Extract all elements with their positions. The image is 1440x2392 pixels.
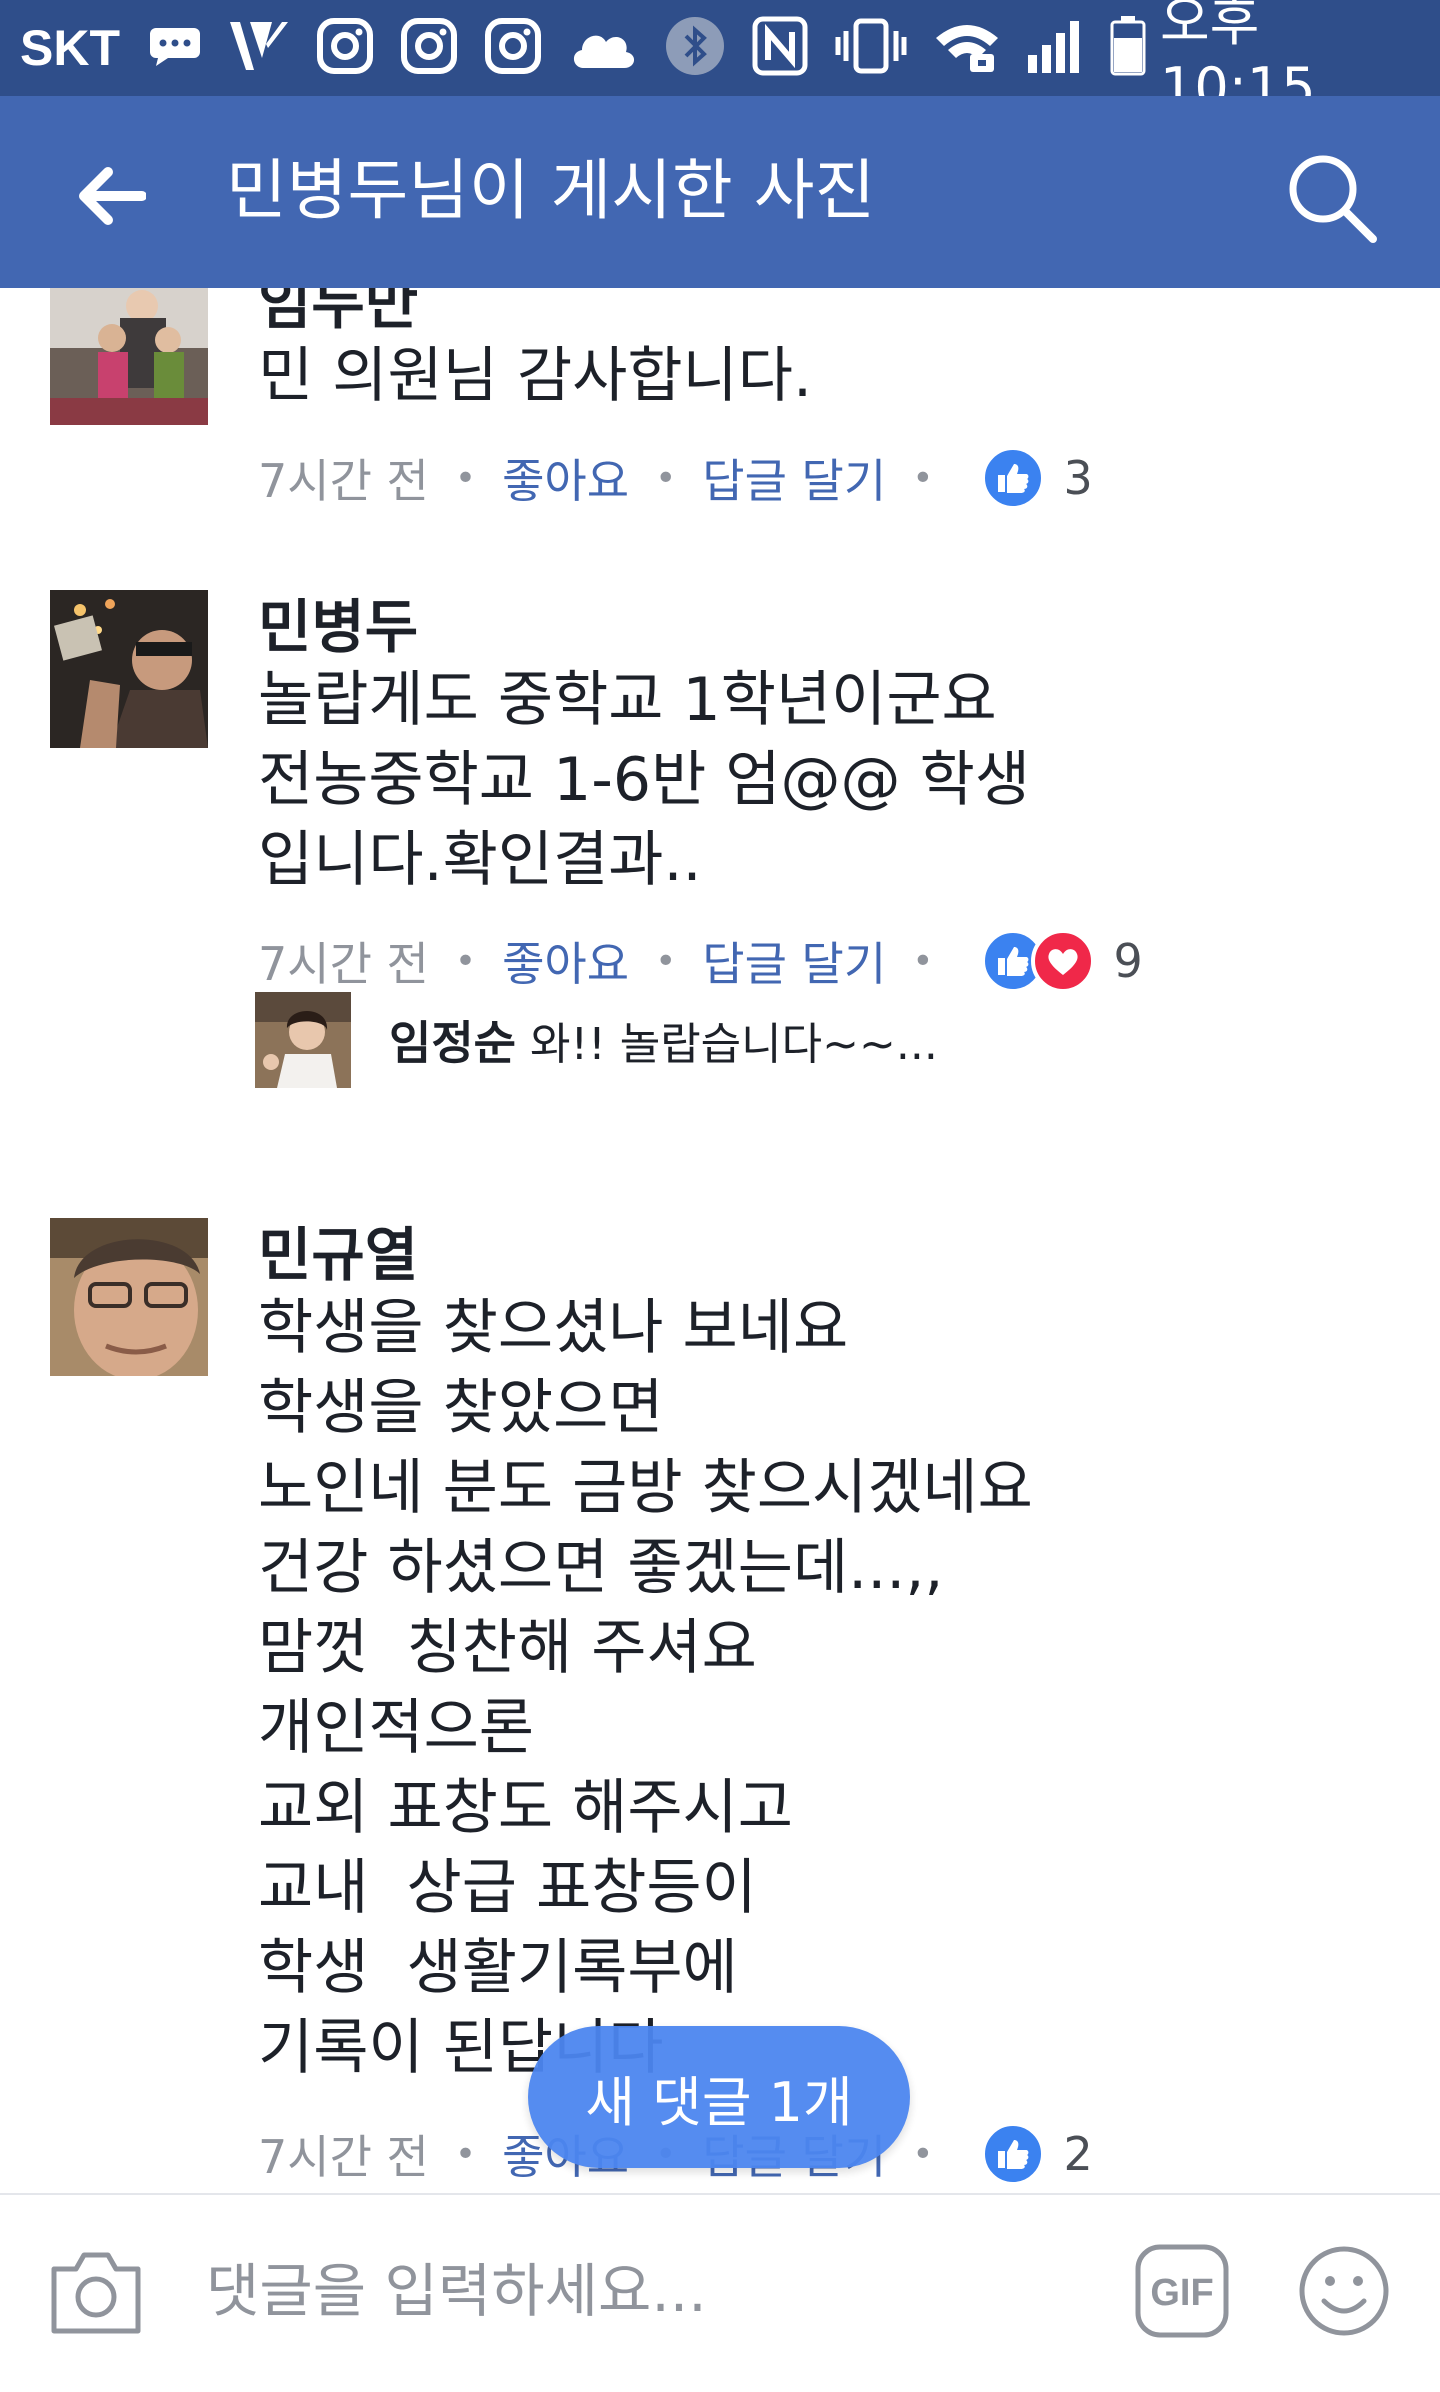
- comment-author[interactable]: 임두만: [258, 288, 418, 340]
- comment-line: 개인적으론: [258, 1693, 534, 1763]
- reply-button[interactable]: 답글 달기: [702, 445, 886, 511]
- reaction-count: 9: [1113, 934, 1143, 988]
- signal-icon: [1026, 19, 1084, 77]
- reactions-summary[interactable]: 9: [981, 929, 1143, 993]
- comment-meta: 7시간 전 • 좋아요 • 답글 달기 • 9: [258, 926, 1143, 996]
- separator-dot: •: [912, 457, 934, 499]
- reactions-summary[interactable]: 2: [981, 2122, 1093, 2186]
- like-button[interactable]: 좋아요: [502, 928, 629, 994]
- heart-icon: [1031, 929, 1096, 993]
- gif-label: GIF: [1150, 2272, 1213, 2314]
- comment-line: 입니다.확인결과..: [258, 825, 702, 895]
- emoji-icon: [1299, 2246, 1389, 2336]
- avatar[interactable]: [50, 590, 208, 748]
- nfc-icon: [752, 16, 808, 80]
- new-comments-button[interactable]: 새 댓글 1개: [528, 2026, 910, 2168]
- comment-line: 학생을 찾았으면: [258, 1373, 664, 1443]
- app-bar: 민병두님이 게시한 사진: [0, 96, 1440, 288]
- separator-dot: •: [655, 457, 677, 499]
- separator-dot: •: [912, 2133, 934, 2175]
- camera-button[interactable]: [48, 2247, 144, 2337]
- separator-dot: •: [912, 940, 934, 982]
- comment-time: 7시간 전: [258, 454, 429, 508]
- separator-dot: •: [655, 940, 677, 982]
- comment-line: 노인네 분도 금방 찾으시겠네요: [258, 1453, 1033, 1523]
- avatar[interactable]: [50, 1218, 208, 1376]
- vibrate-icon: [834, 17, 908, 79]
- comment-author[interactable]: 민규열: [258, 1218, 418, 1292]
- comment-author[interactable]: 민병두: [258, 590, 418, 664]
- comment-line: 교내 상급 표창등이: [258, 1853, 757, 1923]
- battery-icon: [1110, 16, 1146, 80]
- thumbs-up-icon: [981, 446, 1046, 510]
- gif-button[interactable]: GIF: [1134, 2243, 1230, 2339]
- emoji-button[interactable]: [1296, 2243, 1392, 2339]
- camera-icon: [51, 2252, 141, 2334]
- thumbs-up-icon: [981, 2122, 1046, 2186]
- bluetooth-icon: [664, 15, 726, 81]
- search-icon: [1289, 155, 1377, 243]
- carrier-label: SKT: [20, 20, 120, 76]
- comment-input[interactable]: [206, 2241, 1106, 2341]
- comment-time: 7시간 전: [258, 937, 429, 991]
- reactions-summary[interactable]: 3: [981, 446, 1093, 510]
- comment-line: 전농중학교 1-6반 엄@@ 학생: [258, 745, 1031, 815]
- comment-line: 놀랍게도 중학교 1학년이군요: [258, 665, 997, 735]
- comment-list: 임두만 민 의원님 감사합니다. 7시간 전 • 좋아요 • 답글 달기 • 3: [0, 288, 1440, 2193]
- reply-author[interactable]: 임정순: [389, 1007, 516, 1073]
- instagram-icon: [316, 17, 374, 79]
- comment-meta: 7시간 전 • 좋아요 • 답글 달기 • 3: [258, 443, 1093, 513]
- status-bar: SKT 오후 10:15: [0, 0, 1440, 119]
- comment-line: 교외 표창도 해주시고: [258, 1773, 793, 1843]
- instagram-icon: [484, 17, 542, 79]
- back-button[interactable]: [66, 151, 156, 241]
- comment-text: 학생을 찾으셨나 보네요 학생을 찾았으면 노인네 분도 금방 찾으시겠네요 건…: [258, 1288, 1033, 2088]
- comment-time: 7시간 전: [258, 2130, 429, 2184]
- reply-text: 와!! 놀랍습니다~~...: [529, 1019, 938, 1070]
- avatar[interactable]: [50, 288, 208, 425]
- comment-line: 민 의원님 감사합니다.: [258, 341, 813, 411]
- like-button[interactable]: 좋아요: [502, 445, 629, 511]
- reply-preview[interactable]: 임정순 와!! 놀랍습니다~~...: [255, 990, 938, 1090]
- separator-dot: •: [454, 940, 477, 982]
- wifi-icon: [934, 20, 1000, 76]
- separator-dot: •: [454, 2133, 477, 2175]
- comment-line: 학생 생활기록부에: [258, 1933, 738, 2003]
- v-app-icon: [228, 18, 290, 78]
- message-icon: [148, 26, 202, 70]
- cloud-icon: [568, 22, 638, 74]
- instagram-icon: [400, 17, 458, 79]
- reply-button[interactable]: 답글 달기: [702, 928, 886, 994]
- search-button[interactable]: [1276, 142, 1386, 252]
- reaction-count: 3: [1063, 451, 1093, 505]
- comment-line: 건강 하셨으면 좋겠는데...,,: [258, 1533, 944, 1603]
- comment-text: 놀랍게도 중학교 1학년이군요 전농중학교 1-6반 엄@@ 학생 입니다.확인…: [258, 660, 1030, 900]
- reaction-count: 2: [1063, 2127, 1093, 2181]
- avatar[interactable]: [255, 992, 351, 1088]
- comment-composer: GIF: [0, 2193, 1440, 2392]
- comment-line: 학생을 찾으셨나 보네요: [258, 1293, 849, 1363]
- page-title: 민병두님이 게시한 사진: [226, 152, 876, 229]
- separator-dot: •: [454, 457, 477, 499]
- arrow-left-icon: [79, 167, 146, 225]
- comment-text: 민 의원님 감사합니다.: [258, 336, 812, 416]
- comment-line: 맘껏 칭찬해 주셔요: [258, 1613, 757, 1683]
